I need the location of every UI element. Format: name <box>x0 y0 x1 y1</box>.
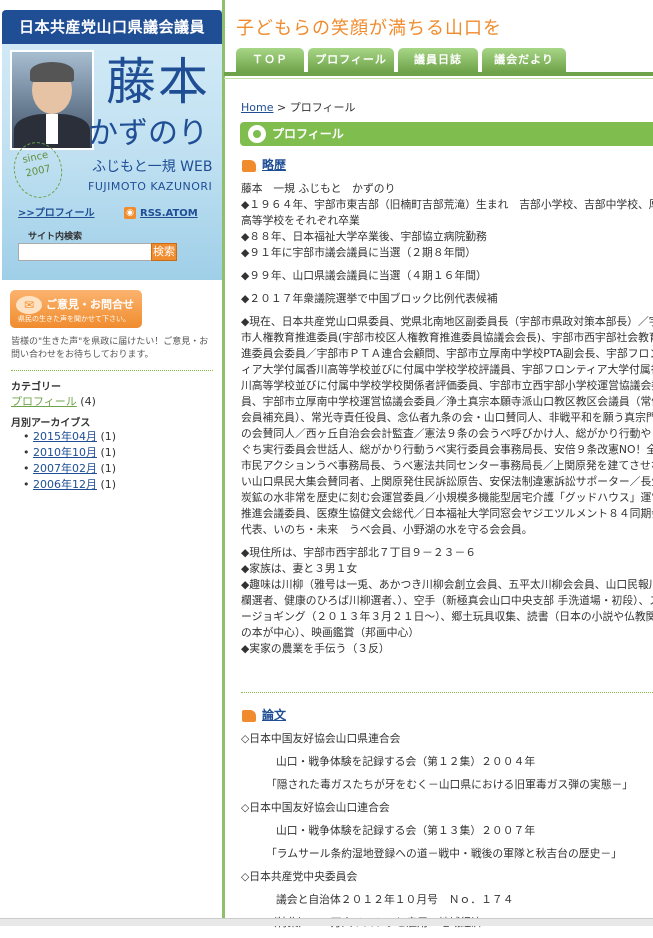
archive-link[interactable]: 2010年10月 <box>33 446 97 459</box>
paper-subtitle: 「ラムサール条約湿地登録への道－戦中・戦後の軍隊と秋吉台の歴史－」 <box>266 847 622 860</box>
bio-line: ◆現在、日本共産党山口県委員、党県北南地区副委員長（宇部市県政対策本部長）／宇部… <box>241 315 653 536</box>
archive-count: (1) <box>100 446 117 459</box>
category-heading: カテゴリー <box>11 382 61 393</box>
name-romaji: FUJIMOTO KAZUNORI <box>88 180 213 193</box>
section-heading-papers: 論文 <box>242 706 286 723</box>
archive-list: 2015年04月 (1) 2010年10月 (1) 2007年02月 (1) 2… <box>11 429 116 493</box>
paper-title: 山口・戦争体験を記録する会（第１２集）２００４年 <box>276 755 536 768</box>
archive-item: 2006年12月 (1) <box>11 477 116 493</box>
divider <box>11 370 213 371</box>
opinion-title: ご意見・お問合せ <box>46 298 134 311</box>
category-item: プロフィール (4) <box>11 393 96 409</box>
section-link-history[interactable]: 略歴 <box>262 158 286 172</box>
mail-icon: ✉ <box>16 296 42 314</box>
page-title: プロフィール <box>272 127 344 141</box>
bio-line: ◆趣味は川柳（雅号は一兎、あかつき川柳会創立会員、五平太川柳会会員、山口民報川柳… <box>241 578 653 639</box>
breadcrumb-separator: > <box>273 101 290 114</box>
profile-link[interactable]: >>プロフィール <box>18 208 95 219</box>
archive-link[interactable]: 2007年02月 <box>33 462 97 475</box>
bio-line: ◆実家の農業を手伝う（３反） <box>241 642 390 655</box>
page-title-bar: プロフィール <box>240 122 653 146</box>
flower-icon <box>248 125 266 143</box>
category-link[interactable]: プロフィール <box>11 395 77 408</box>
paper-org: ◇日本中国友好協会山口連合会 <box>241 801 390 814</box>
bio-line: 藤本 一規 ふじもと かずのり <box>241 182 396 195</box>
bio-line: ◆２０１７年衆議院選挙で中国ブロック比例代表候補 <box>241 292 498 305</box>
nav-underline-thin <box>224 78 653 79</box>
rss-icon: ◉ <box>124 207 137 219</box>
bio-line: ◆１９６４年、宇部市東吉部（旧楠町吉部荒滝）生まれ 吉部小学校、吉部中学校、厚狭… <box>241 198 653 227</box>
sidebar-links: >>プロフィール ◉ RSS.ATOM <box>18 204 218 219</box>
divider <box>241 692 653 693</box>
paper-subtitle: 「隠された毒ガスたちが牙をむく－山口県における旧軍毒ガス弾の実態－」 <box>266 778 634 791</box>
opinion-contact-button[interactable]: ✉ ご意見・お問合せ 県民の生きた声を聞かせて下さい。 <box>10 290 142 328</box>
paper-org: ◇日本中国友好協会山口県連合会 <box>241 732 401 745</box>
bio-line: ◆９９年、山口県議会議員に当選（４期１６年間） <box>241 269 487 282</box>
search-input[interactable] <box>18 243 154 261</box>
archive-item: 2010年10月 (1) <box>11 445 116 461</box>
name-family: 藤本 <box>106 53 210 111</box>
archive-count: (1) <box>100 430 117 443</box>
paper-org: ◇日本共産党中央委員会 <box>241 870 358 883</box>
book-icon <box>242 159 256 172</box>
search-label: サイト内検索 <box>28 232 83 242</box>
banner-title: 日本共産党山口県議会議員 <box>2 10 222 44</box>
opinion-subtitle: 県民の生きた声を聞かせて下さい。 <box>18 315 130 323</box>
rss-link[interactable]: RSS.ATOM <box>140 208 198 219</box>
search-button[interactable]: 検索 <box>151 243 177 261</box>
breadcrumb-home[interactable]: Home <box>241 101 273 114</box>
paper-title: 議会と自治体２０１２年１０月号 Ｎｏ．１７４ <box>276 893 514 906</box>
nav-tab-diary[interactable]: 議員日誌 <box>398 48 478 72</box>
bio-line: ◆９１年に宇部市議会議員に当選（２期８年間） <box>241 246 477 259</box>
sidebar-border <box>222 0 225 925</box>
nav-tab-top[interactable]: ＴＯＰ <box>236 48 304 72</box>
nav-tab-profile[interactable]: プロフィール <box>308 48 394 72</box>
site-subtitle: ふじもと一規 WEB <box>92 159 213 175</box>
breadcrumb-current: プロフィール <box>289 101 356 114</box>
archive-count: (1) <box>100 462 117 475</box>
book-icon <box>242 709 256 722</box>
papers-list: ◇日本中国友好協会山口県連合会 山口・戦争体験を記録する会（第１２集）２００４年… <box>241 731 653 938</box>
site-slogan: 子どもらの笑顔が満ちる山口を <box>236 18 502 39</box>
biography: 藤本 一規 ふじもと かずのり ◆１９６４年、宇部市東吉部（旧楠町吉部荒滝）生ま… <box>241 181 653 657</box>
opinion-note: 皆様の"生きた声"を県政に届けたい！ご意見・お問い合わせをお待ちしております。 <box>11 337 209 360</box>
section-link-papers[interactable]: 論文 <box>262 708 286 722</box>
archive-link[interactable]: 2006年12月 <box>33 478 97 491</box>
archive-item: 2007年02月 (1) <box>11 461 116 477</box>
nav-underline <box>224 72 653 76</box>
section-heading-history: 略歴 <box>242 156 286 173</box>
paper-title: 山口・戦争体験を記録する会（第１３集）２００７年 <box>276 824 536 837</box>
archive-item: 2015年04月 (1) <box>11 429 116 445</box>
breadcrumb: Home > プロフィール <box>241 99 355 115</box>
bio-line: ◆家族は、妻と３男１女 <box>241 562 358 575</box>
bio-line: ◆８８年、日本福祉大学卒業後、宇部協立病院勤務 <box>241 230 487 243</box>
bio-line: ◆現住所は、宇部市西宇部北７丁目９－２３－６ <box>241 546 477 559</box>
archive-count: (1) <box>100 478 117 491</box>
category-count: (4) <box>80 395 96 408</box>
archive-heading: 月別アーカイブス <box>11 418 91 429</box>
name-given: かずのり <box>88 116 208 151</box>
sidebar: 日本共産党山口県議会議員 藤本 かずのり ふじもと一規 WEB FUJIMOTO… <box>0 0 224 925</box>
archive-link[interactable]: 2015年04月 <box>33 430 97 443</box>
nav-tab-report[interactable]: 議会だより <box>482 48 566 72</box>
portrait-photo <box>10 50 94 150</box>
